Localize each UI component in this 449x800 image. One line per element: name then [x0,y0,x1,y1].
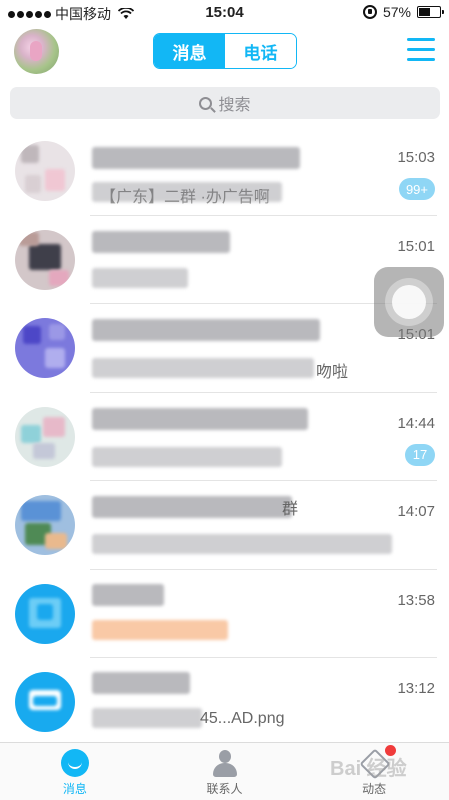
message-snippet-blurred [92,446,282,467]
message-time: 15:03 [397,149,435,166]
conversation-row[interactable]: 14:44 17 [0,393,449,482]
conversation-row[interactable]: 群 14:07 [0,481,449,570]
tab-label: 联系人 [206,782,243,796]
conversation-list: 【广东】二群 ·办广告啊 15:03 99+ 15:01 吻啦 15:01 [0,127,449,747]
message-time: 13:58 [397,591,435,609]
contact-name-blurred [92,319,320,341]
contact-avatar [15,672,75,732]
unread-badge: 99+ [398,178,435,200]
assistive-touch-button[interactable] [374,267,444,337]
message-snippet-blurred [92,267,188,288]
search-bar[interactable]: 搜索 [10,87,440,119]
unread-badge: 17 [405,443,435,466]
contact-name-blurred [92,147,300,169]
tab-calls[interactable]: 电话 [225,34,296,68]
battery-percent: 57% [382,4,411,20]
conversation-row[interactable]: 45...AD.png 13:12 [0,658,449,747]
contact-avatar [15,406,75,467]
contact-avatar [15,229,75,290]
message-snippet-blurred [92,708,202,728]
message-snippet: 【广东】二群 ·办广告啊 [100,189,270,206]
tab-label: 消息 [62,782,87,796]
contact-name-blurred [92,672,190,694]
conversation-row[interactable]: 13:58 [0,570,449,659]
message-snippet: 群 [282,501,299,518]
tab-label: 动态 [362,782,387,796]
segmented-control: 消息 电话 [153,33,297,69]
battery-icon [417,6,444,18]
message-time: 14:44 [397,414,435,432]
message-icon [60,749,89,777]
status-bar: 中国移动 15:04 57% [0,0,449,26]
message-snippet-blurred [92,619,228,640]
tab-messages[interactable]: 消息 [154,34,225,68]
contact-name-blurred [92,230,230,253]
contact-avatar [15,318,75,378]
tab-contacts[interactable]: 联系人 [150,743,300,800]
my-avatar[interactable] [14,29,59,74]
orientation-lock-icon [362,5,377,19]
search-icon [199,96,213,110]
message-time: 14:07 [397,503,435,520]
message-time: 15:01 [397,237,435,255]
contacts-icon [211,749,239,777]
menu-icon[interactable] [407,38,435,62]
conversation-row[interactable]: 【广东】二群 ·办广告啊 15:03 99+ [0,127,449,216]
tab-messages-bottom[interactable]: 消息 [0,743,150,800]
status-right: 57% [362,4,444,20]
header: 消息 电话 [0,26,449,82]
contact-avatar [15,141,75,201]
contact-name-blurred [92,407,308,430]
contact-name-blurred [92,583,164,606]
message-snippet-blurred [92,358,314,378]
watermark: Bai 经验 [330,758,407,780]
message-snippet-blurred [92,534,392,554]
search-placeholder: 搜索 [218,97,251,114]
contact-name-blurred [92,496,292,518]
message-time: 13:12 [397,680,435,697]
contact-avatar [15,495,75,555]
contact-avatar [15,583,75,644]
message-snippet: 吻啦 [316,364,349,381]
message-snippet: 45...AD.png [200,710,285,727]
